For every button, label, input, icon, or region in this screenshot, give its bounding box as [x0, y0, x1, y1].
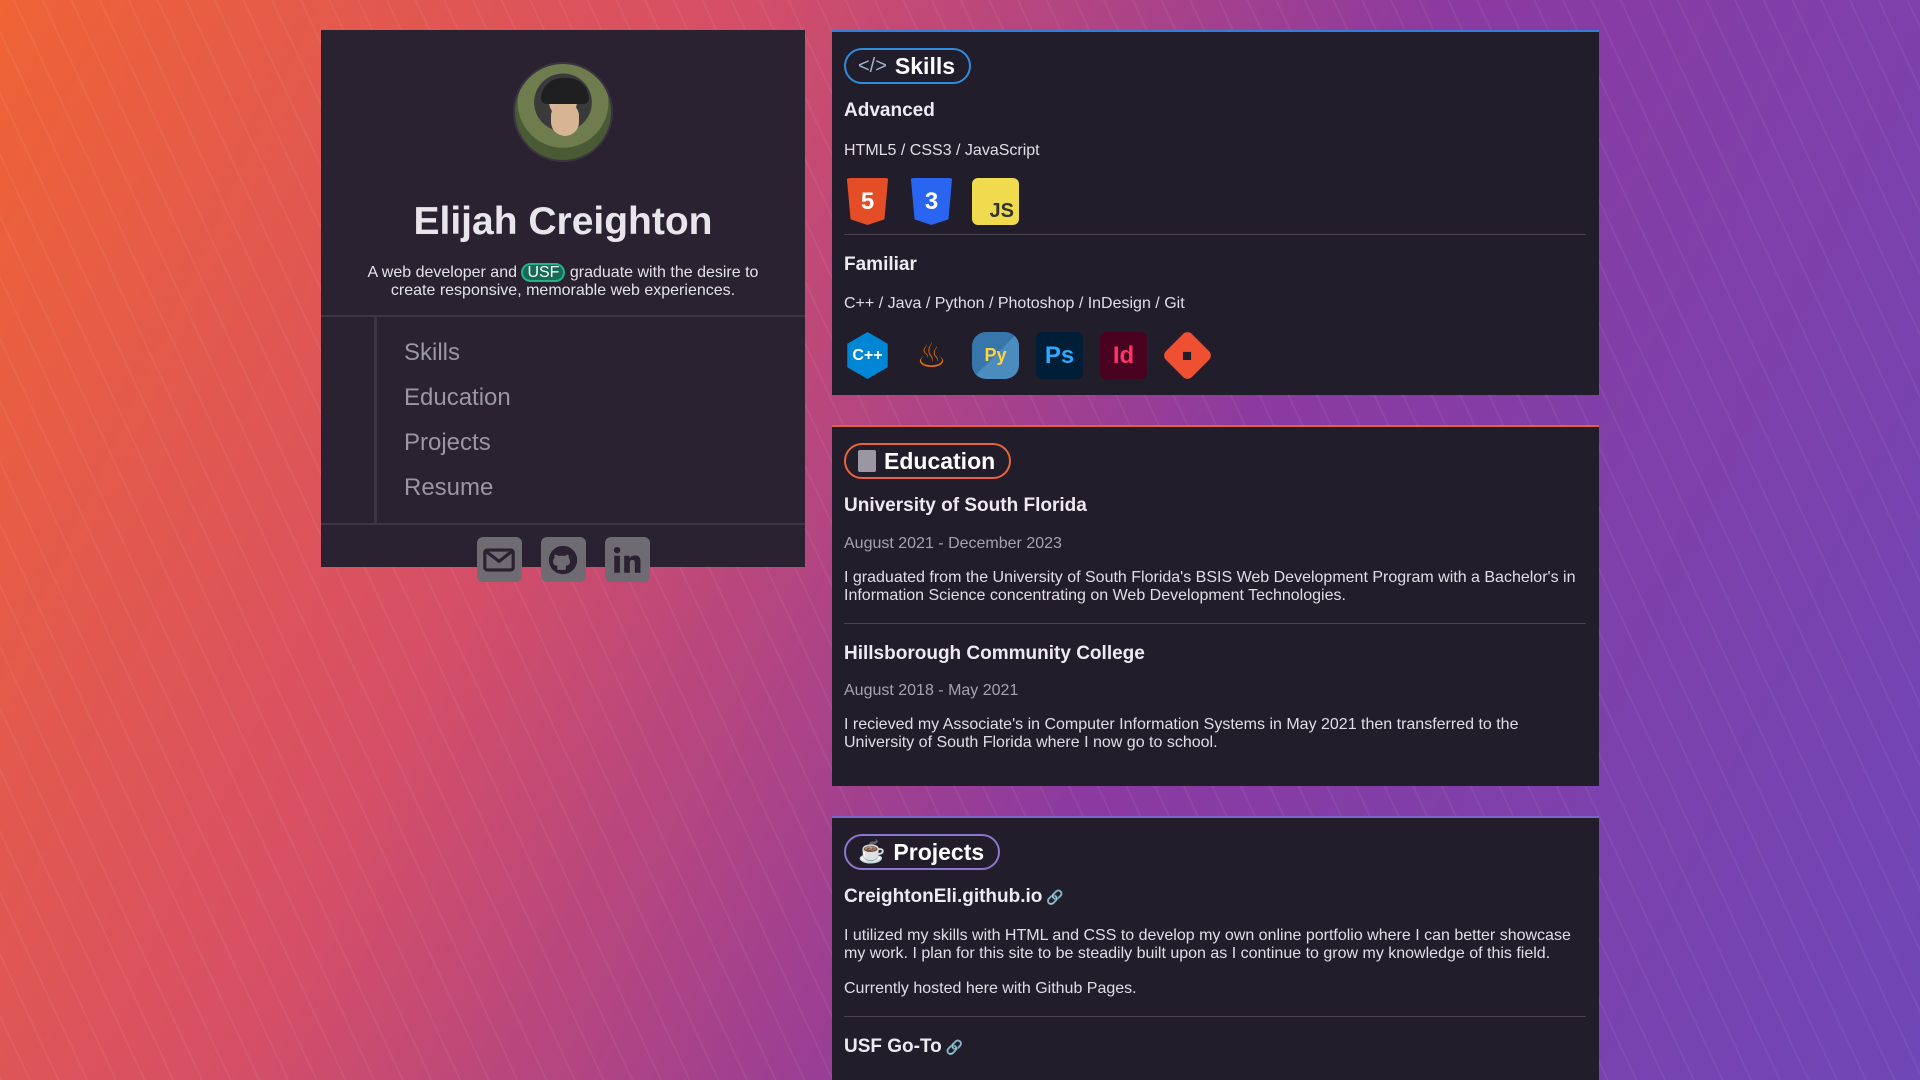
skills-card: </> Skills Advanced HTML5 / CSS3 / JavaS… [832, 30, 1599, 395]
education-heading-pill: Education [844, 443, 1012, 479]
css3-icon: 3 [910, 178, 953, 225]
project-name[interactable]: USF Go-To [844, 1036, 942, 1057]
projects-title: Projects [893, 838, 985, 865]
advanced-icons: 5 3 JS [844, 178, 1019, 225]
nav-divider-top [321, 315, 805, 317]
project-name[interactable]: CreightonEli.github.io [844, 886, 1042, 907]
avatar-face [551, 102, 579, 136]
email-icon[interactable] [476, 537, 522, 582]
nav-link-education[interactable]: Education [404, 375, 511, 420]
link-icon[interactable]: 🔗 [946, 1039, 963, 1055]
social-links [321, 537, 805, 582]
nav-link-skills[interactable]: Skills [404, 330, 511, 375]
avatar [513, 62, 613, 162]
familiar-list: C++ / Java / Python / Photoshop / InDesi… [844, 295, 1185, 312]
education-divider [844, 623, 1586, 624]
project-hosting-note: Currently hosted here with Github Pages. [844, 980, 1137, 997]
familiar-heading: Familiar [844, 254, 917, 275]
photoshop-icon: Ps [1036, 332, 1083, 379]
school-description: I graduated from the University of South… [844, 569, 1576, 604]
profile-card: Elijah Creighton A web developer and USF… [321, 30, 805, 582]
skills-heading-pill: </> Skills [844, 48, 972, 84]
linkedin-icon[interactable] [604, 537, 650, 582]
school-dates: August 2018 - May 2021 [844, 682, 1019, 699]
bio-text-start: A web developer and [367, 264, 522, 281]
advanced-list: HTML5 / CSS3 / JavaScript [844, 142, 1040, 159]
nav-link-resume[interactable]: Resume [404, 465, 511, 510]
advanced-heading: Advanced [844, 100, 935, 121]
projects-card: ☕ Projects CreightonEli.github.io 🔗 I uti… [832, 816, 1599, 1080]
school-dates: August 2021 - December 2023 [844, 535, 1062, 552]
school-name: University of South Florida [844, 495, 1087, 516]
project-title[interactable]: USF Go-To 🔗 [844, 1036, 963, 1058]
book-icon [858, 450, 876, 472]
familiar-icons: C++ ♨ Py Ps Id ◆ [844, 329, 1214, 382]
school-description: I recieved my Associate's in Computer In… [844, 716, 1519, 751]
nav-indicator-bar [374, 317, 377, 523]
usf-badge: USF [521, 263, 566, 282]
nav-link-projects[interactable]: Projects [404, 420, 511, 465]
skills-divider [844, 234, 1586, 235]
indesign-icon: Id [1100, 332, 1147, 379]
git-icon: ◆ [1161, 329, 1214, 382]
python-icon: Py [972, 332, 1019, 379]
project-description: I utilized my skills with HTML and CSS t… [844, 927, 1571, 962]
profile-bio: A web developer and USF graduate with th… [359, 263, 767, 300]
skills-title: Skills [894, 52, 956, 79]
github-icon[interactable] [540, 537, 586, 582]
profile-name: Elijah Creighton [413, 200, 713, 243]
code-icon: </> [858, 54, 887, 77]
link-icon[interactable]: 🔗 [1046, 889, 1063, 905]
projects-divider [844, 1016, 1586, 1017]
projects-heading-pill: ☕ Projects [844, 834, 1001, 870]
java-icon: ♨ [916, 336, 947, 375]
education-title: Education [884, 447, 996, 474]
avatar-hat [541, 78, 589, 104]
school-name: Hillsborough Community College [844, 643, 1145, 664]
html5-icon: 5 [846, 178, 889, 225]
profile-nav: Skills Education Projects Resume [404, 330, 511, 510]
javascript-icon: JS [972, 178, 1019, 225]
coffee-cup-icon: ☕ [858, 839, 886, 864]
education-card: Education University of South Florida Au… [832, 425, 1599, 786]
nav-divider-bottom [321, 523, 805, 525]
project-title[interactable]: CreightonEli.github.io 🔗 [844, 886, 1064, 908]
cplusplus-icon: C++ [847, 332, 888, 379]
